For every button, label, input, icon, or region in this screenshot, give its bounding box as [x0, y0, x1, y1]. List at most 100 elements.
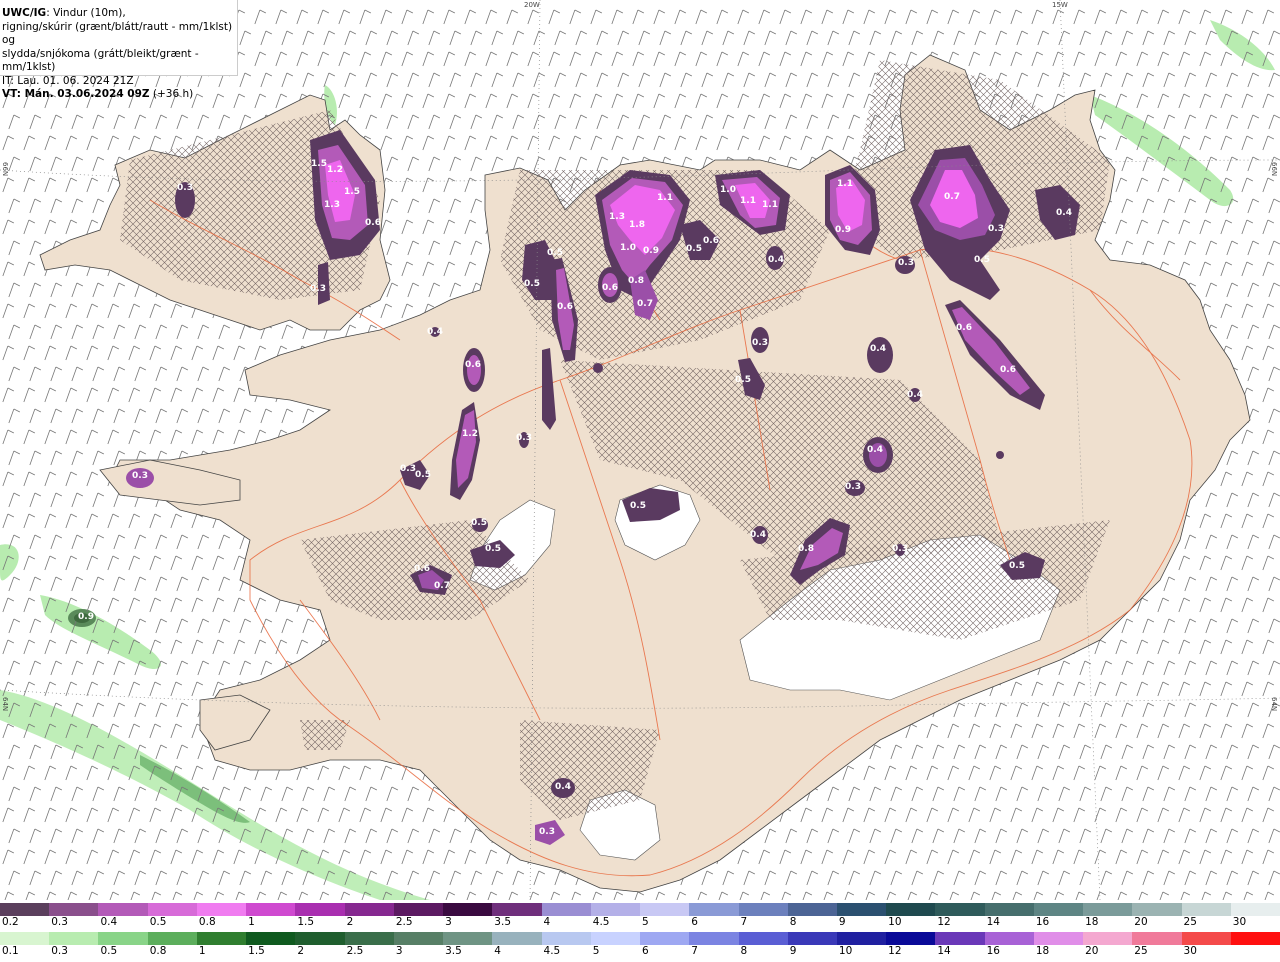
precip-value-label: 1.1: [837, 179, 853, 189]
scale-label: 18: [1035, 945, 1050, 957]
precip-value-label: 0.8: [798, 544, 814, 554]
scale-label: 25: [1183, 916, 1197, 928]
scale-swatch: [984, 903, 1034, 916]
precip-value-label: 1.0: [720, 185, 736, 195]
scale-swatch: [443, 932, 493, 945]
precip-value-label: 0.5: [974, 255, 990, 265]
scale-label: 16: [986, 945, 1000, 957]
precip-value-label: 0.6: [1000, 365, 1016, 375]
scale-swatch: [295, 932, 345, 945]
scale-swatch: [0, 903, 50, 916]
header-line-1: UWC/IG: Vindur (10m),: [2, 7, 237, 21]
scale-swatch: [0, 932, 50, 945]
scale-label: 18: [1085, 916, 1099, 928]
scale-label: 0.3: [51, 945, 68, 957]
scale-label: 2: [346, 916, 354, 928]
scale-label: 20: [1085, 945, 1099, 957]
scale-label: 12: [937, 916, 951, 928]
scale-label: 14: [937, 945, 951, 957]
scale-label: 10: [838, 945, 853, 957]
scale-label: 30: [1232, 916, 1247, 928]
precip-value-label: 0.4: [1056, 208, 1072, 218]
precip-value-label: 0.6: [703, 236, 719, 246]
scale-swatch: [1033, 903, 1084, 916]
scale-swatch: [836, 903, 887, 916]
precip-value-label: 0.5: [686, 244, 702, 254]
precip-value-label: 0.6: [465, 360, 481, 370]
precip-value-label: 0.3: [177, 183, 193, 193]
rain-scale-bar: [0, 932, 1280, 945]
scale-swatch: [1132, 932, 1182, 945]
precip-value-label: 0.3: [400, 464, 416, 474]
scale-label: 2.5: [346, 945, 364, 957]
scale-swatch: [1181, 932, 1231, 945]
header-title: : Vindur (10m),: [46, 7, 126, 19]
precip-value-label: 0.9: [643, 246, 659, 256]
scale-swatch: [98, 903, 148, 916]
scale-swatch: [689, 932, 739, 945]
scale-label: 5: [592, 945, 600, 957]
snow-scale-bar: [0, 903, 1280, 916]
map-header: UWC/IG: Vindur (10m), rigning/skúrir (gr…: [0, 0, 238, 100]
scale-swatch: [147, 903, 197, 916]
precip-value-label: 0.3: [845, 482, 861, 492]
scale-swatch: [344, 932, 394, 945]
scale-label: 0.1: [2, 945, 19, 957]
scale-swatch: [1033, 932, 1084, 945]
scale-swatch: [196, 903, 247, 916]
init-time: IT: Lau. 01. 06. 2024 21Z: [2, 74, 134, 87]
scale-label: 2: [297, 945, 305, 957]
scale-swatch: [640, 932, 690, 945]
precip-value-label: 1.3: [324, 200, 340, 210]
rain-color-scale: 0.1 0.3 0.5 0.8 1 1.5 2 2.5 3 3.5 4 4.5 5 6 7 8 9 10 12 14 1…: [0, 932, 1280, 962]
precip-value-label: 0.5: [547, 248, 563, 258]
scale-label: 5: [642, 916, 649, 928]
scale-label: 4.5: [592, 916, 610, 928]
precip-value-label: 0.6: [365, 218, 381, 228]
lat-label-64n-right: 64N: [1270, 697, 1278, 712]
scale-label: 12: [888, 945, 902, 957]
scale-label: 0.8: [198, 916, 216, 928]
scale-label: 3.5: [494, 916, 511, 928]
header-line-3: slydda/snjókoma (grátt/bleikt/grænt - mm…: [2, 47, 199, 74]
scale-label: 3: [445, 916, 452, 928]
precip-value-label: 0.5: [1009, 561, 1025, 571]
precip-value-label: 0.3: [988, 224, 1004, 234]
scale-swatch: [787, 903, 837, 916]
precip-value-label: 0.8: [628, 276, 644, 286]
scale-label: 30: [1183, 945, 1197, 957]
scale-label: 20: [1134, 916, 1148, 928]
scale-label: 9: [838, 916, 846, 928]
scale-swatch: [886, 932, 936, 945]
precip-value-label: 1.1: [740, 196, 756, 206]
scale-swatch: [541, 903, 591, 916]
precip-value-label: 0.5: [485, 544, 501, 554]
scale-label: 7: [691, 945, 698, 957]
scale-swatch: [196, 932, 247, 945]
scale-label: 9: [789, 945, 797, 957]
precip-value-label: 1.1: [657, 193, 673, 203]
snow-scale-labels: 0.2 0.3 0.4 0.5 0.8 1 1.5 2 2.5 3 3.5 4 4.5 5 6 7 8 9 10 12…: [0, 916, 1280, 932]
scale-label: 8: [740, 945, 748, 957]
header-line-2: rigning/skúrir (grænt/blátt/rautt - mm/1…: [2, 20, 233, 47]
scale-swatch: [935, 903, 985, 916]
lon-label-20w: 20W: [524, 1, 540, 9]
scale-label: 8: [789, 916, 797, 928]
scale-label: 7: [740, 916, 748, 928]
precip-value-label: 0.9: [78, 612, 94, 622]
scale-label: 16: [1035, 916, 1050, 928]
precip-value-label: 0.3: [310, 284, 326, 294]
scale-swatch: [443, 903, 493, 916]
precip-value-label: 0.3: [132, 471, 148, 481]
precip-value-label: 1.5: [311, 159, 327, 169]
precip-value-label: 1.0: [620, 243, 636, 253]
scale-label: 6: [642, 945, 649, 957]
scale-label: 0.5: [100, 945, 118, 957]
valid-time: VT: Mán. 03.06.2024 09Z: [2, 88, 150, 100]
precip-value-label: 0.4: [750, 530, 766, 540]
scale-swatch: [590, 932, 641, 945]
scale-swatch: [492, 903, 542, 916]
precip-value-label: 0.6: [414, 564, 430, 574]
scale-swatch: [393, 903, 444, 916]
precip-value-label: 0.3: [892, 544, 908, 554]
